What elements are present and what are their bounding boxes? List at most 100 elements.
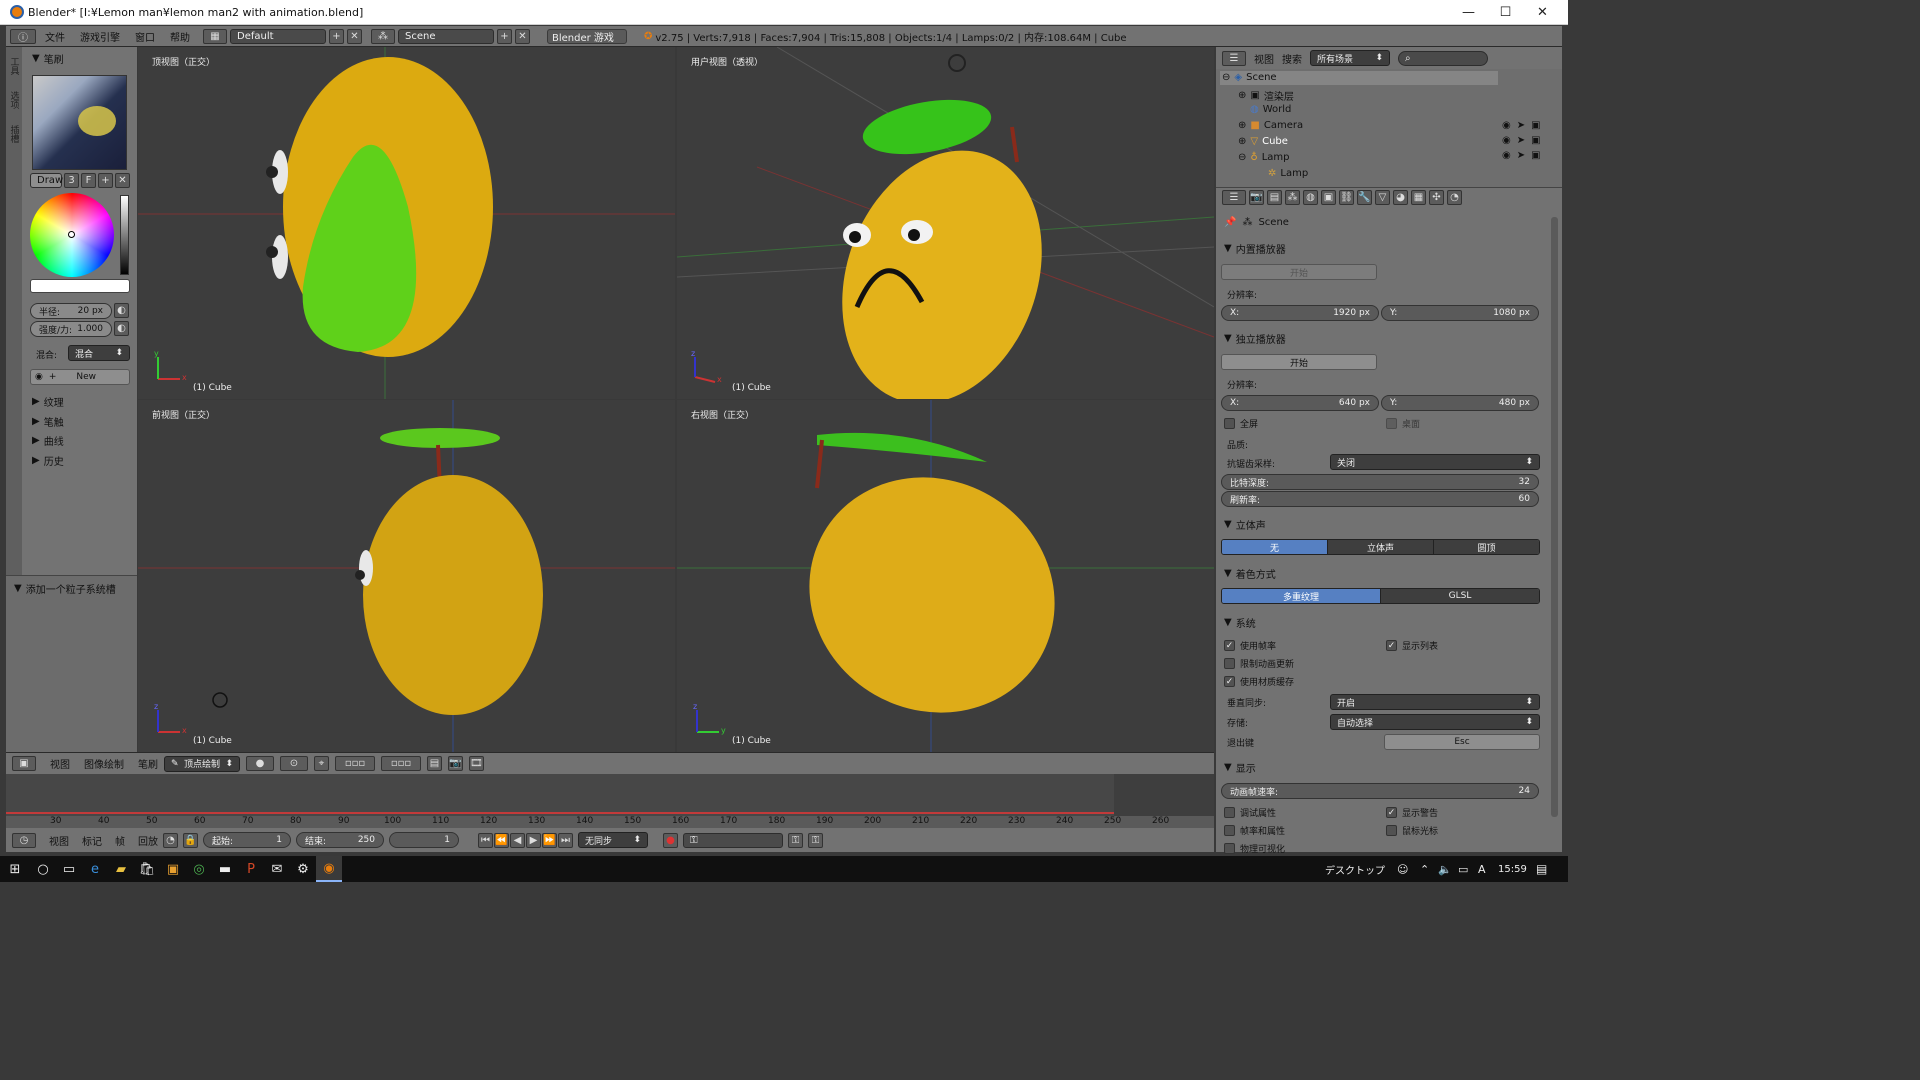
close-button[interactable]: ✕ [1524, 0, 1561, 25]
layout-field[interactable]: Default [230, 28, 326, 44]
shading-mode-icon[interactable]: ● [246, 756, 274, 771]
app-icon[interactable]: ▣ [160, 856, 186, 882]
viewport-user[interactable]: 用户视图（透视） (1) Cube x z [677, 47, 1214, 399]
texture-tab-icon[interactable]: ▦ [1411, 190, 1426, 205]
outliner-row-renderlayers[interactable]: ⊕ ▣ 渲染层 [1238, 88, 1294, 103]
jump-start-icon[interactable]: ⏮ [478, 832, 493, 848]
next-keyframe-icon[interactable]: ⏩ [542, 832, 557, 848]
scene-tab-icon[interactable]: ⁂ [1285, 190, 1300, 205]
embedded-x-field[interactable]: X: 1920 px [1221, 305, 1379, 321]
outliner-row-lamp[interactable]: ⊖ ♁ Lamp [1238, 152, 1290, 163]
view3d-editor-icon[interactable]: ▣ [12, 756, 36, 771]
outliner-menu-search[interactable]: 搜索 [1282, 51, 1302, 66]
brush-section-header[interactable]: ▼ 笔刷 [32, 51, 64, 66]
strength-pressure-icon[interactable]: ◐ [114, 321, 129, 336]
material-cache-checkbox[interactable]: ✓ 使用材质缓存 [1224, 675, 1294, 688]
layers-group-b[interactable]: ▫▫▫ [381, 756, 421, 771]
brush-fake-user[interactable]: F [81, 173, 96, 188]
delete-keyframe-icon[interactable]: ⚿ [808, 832, 823, 848]
show-warnings-checkbox[interactable]: ✓ 显示警告 [1386, 806, 1438, 819]
constraints-tab-icon[interactable]: ⛓ [1339, 190, 1354, 205]
brush-name-field[interactable]: Draw [30, 173, 63, 188]
material-tab-icon[interactable]: ◕ [1393, 190, 1408, 205]
cursor-icon[interactable]: ➤ [1517, 120, 1525, 131]
minimize-button[interactable]: — [1450, 0, 1487, 25]
desktop-checkbox[interactable]: 桌面 [1386, 417, 1420, 430]
bit-depth-field[interactable]: 比特深度: 32 [1221, 474, 1539, 490]
strength-field[interactable]: 强度/力: 1.000 [30, 321, 112, 337]
outliner-row-cube[interactable]: ⊕ ▽ Cube [1238, 136, 1288, 147]
stereo-header[interactable]: ▼ 立体声 [1224, 517, 1266, 532]
physics-visualization-checkbox[interactable]: 物理可视化 [1224, 842, 1285, 855]
add-scene-icon[interactable]: + [497, 28, 512, 44]
screen-layout-icon[interactable]: ▦ [203, 28, 227, 44]
remove-scene-icon[interactable]: ✕ [515, 28, 530, 44]
render-icon[interactable]: ▣ [1531, 135, 1540, 146]
editor-type-info-icon[interactable]: ⓘ [10, 28, 36, 44]
cursor-icon[interactable]: ➤ [1517, 150, 1525, 161]
viewport-right[interactable]: 右视图（正交） (1) Cube y z [677, 400, 1214, 752]
storage-select[interactable]: 自动选择 ⬍ [1330, 714, 1540, 730]
shading-multitexture-option[interactable]: 多重纹理 [1222, 589, 1380, 603]
render-icon[interactable]: ▣ [1531, 120, 1540, 131]
embedded-start-button[interactable]: 开始 [1221, 264, 1377, 280]
play-reverse-icon[interactable]: ◀ [510, 832, 525, 848]
particles-tab-icon[interactable]: ✣ [1429, 190, 1444, 205]
display-header[interactable]: ▼ 显示 [1224, 760, 1256, 775]
menu-help[interactable]: 帮助 [164, 29, 196, 44]
outliner-row-camera[interactable]: ⊕ ■ Camera [1238, 120, 1303, 131]
start-frame-field[interactable]: 起始: 1 [203, 832, 291, 848]
brush-preview-image[interactable] [32, 75, 127, 170]
mail-icon[interactable]: ✉ [264, 856, 290, 882]
sync-mode-select[interactable]: 无同步 ⬍ [578, 832, 648, 848]
mouse-cursor-checkbox[interactable]: 鼠标光标 [1386, 824, 1438, 837]
standalone-player-header[interactable]: ▼ 独立播放器 [1224, 331, 1286, 346]
restrict-anim-updates-checkbox[interactable]: 限制动画更新 [1224, 657, 1294, 670]
blender-taskbar-icon[interactable]: ◉ [316, 856, 342, 882]
timeline-editor-icon[interactable]: ◷ [12, 832, 36, 848]
pivot-icon[interactable]: ⊙ [280, 756, 308, 771]
viewport-top[interactable]: 顶视图（正交） (1) Cube x y [138, 47, 675, 399]
eye-icon[interactable]: ◉ [1502, 120, 1511, 131]
brush-users-count[interactable]: 3 [64, 173, 79, 188]
outliner-editor-icon[interactable]: ☰ [1222, 50, 1246, 66]
timeline-menu-playback[interactable]: 回放 [138, 833, 158, 848]
vsync-select[interactable]: 开启 ⬍ [1330, 694, 1540, 710]
menu-window[interactable]: 窗口 [129, 29, 161, 44]
manipulator-icon[interactable]: ⌖ [314, 756, 329, 771]
object-tab-icon[interactable]: ▣ [1321, 190, 1336, 205]
view3d-menu-brush[interactable]: 笔刷 [138, 756, 158, 771]
play-icon[interactable]: ▶ [526, 832, 541, 848]
particle-slot-header[interactable]: ▼ 添加一个粒子系统槽 [14, 581, 116, 596]
texture-section[interactable]: ▶ 纹理 [32, 394, 64, 409]
lock-range-icon[interactable]: 🔒 [183, 832, 198, 848]
current-frame-field[interactable]: 1 [389, 832, 459, 848]
shading-glsl-option[interactable]: GLSL [1380, 589, 1539, 603]
color-wheel[interactable] [30, 193, 114, 277]
world-tab-icon[interactable]: ◍ [1303, 190, 1318, 205]
properties-scrollbar[interactable] [1551, 217, 1558, 817]
eye-icon[interactable]: ◉ [1502, 135, 1511, 146]
debug-properties-checkbox[interactable]: 调试属性 [1224, 806, 1276, 819]
settings-gear-icon[interactable]: ⚙ [290, 856, 316, 882]
eye-icon[interactable]: ◉ [1502, 150, 1511, 161]
properties-editor-icon[interactable]: ☰ [1222, 190, 1246, 205]
notification-icon[interactable]: ▤ [1536, 862, 1547, 876]
insert-keyframe-icon[interactable]: ⚿ [788, 832, 803, 848]
volume-icon[interactable]: 🔈 [1438, 863, 1452, 876]
color-wheel-cursor[interactable] [68, 231, 75, 238]
keying-set-field[interactable]: ⚿ [683, 832, 783, 848]
timeline-menu-marker[interactable]: 标记 [82, 833, 102, 848]
outliner-row-scene[interactable]: ⊖ ◈ Scene [1222, 72, 1277, 83]
fullscreen-checkbox[interactable]: 全屏 [1224, 417, 1258, 430]
render-layers-tab-icon[interactable]: ▤ [1267, 190, 1282, 205]
system-header[interactable]: ▼ 系统 [1224, 615, 1256, 630]
stroke-section[interactable]: ▶ 笔触 [32, 414, 64, 429]
use-framerate-checkbox[interactable]: ✓ 使用帧率 [1224, 639, 1276, 652]
render-tab-icon[interactable]: 📷 [1249, 190, 1264, 205]
clock[interactable]: 15:59 [1498, 864, 1527, 875]
terminal-icon[interactable]: ▬ [212, 856, 238, 882]
value-slider[interactable] [120, 195, 129, 275]
stereo-dome-option[interactable]: 圆顶 [1433, 540, 1539, 554]
curve-section[interactable]: ▶ 曲线 [32, 433, 64, 448]
